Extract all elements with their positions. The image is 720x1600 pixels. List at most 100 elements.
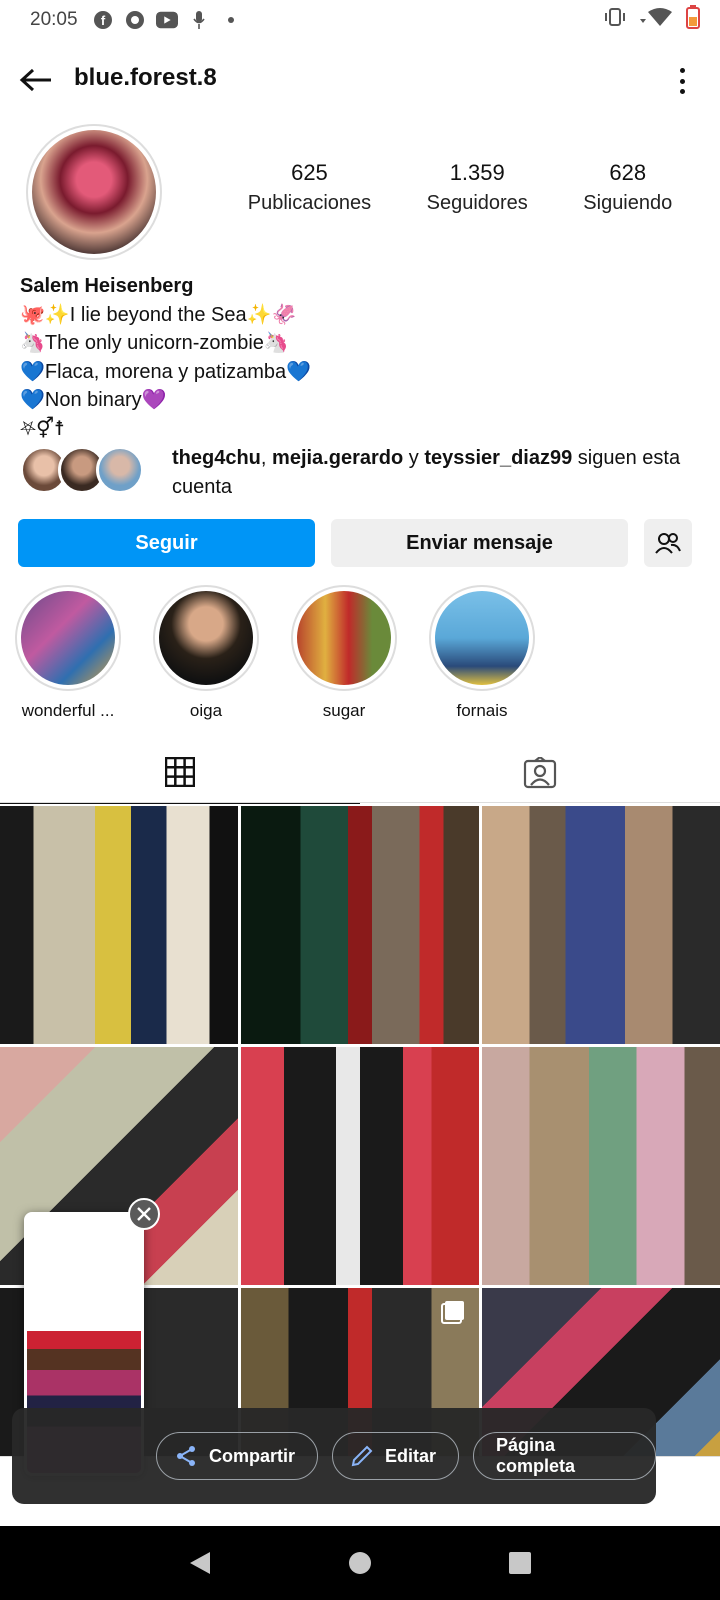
- full-page-label: Página completa: [496, 1435, 576, 1476]
- bio-line: ⛧⚥☨: [20, 417, 65, 440]
- chrome-icon: [124, 9, 146, 31]
- close-preview-button[interactable]: [128, 1198, 160, 1230]
- profile-header: blue.forest.8: [0, 50, 720, 110]
- add-person-icon: [655, 533, 681, 554]
- stat-label: Siguiendo: [583, 192, 673, 214]
- vibrate-icon: [604, 8, 626, 32]
- profile-stats: 625 Publicaciones 1.359 Seguidores 628 S…: [220, 160, 700, 215]
- highlight-cover: [159, 591, 253, 685]
- tab-divider: [0, 802, 720, 803]
- screenshot-actions: Compartir Editar Página completa: [156, 1432, 656, 1480]
- post-thumbnail[interactable]: [241, 1047, 479, 1285]
- stat-label: Publicaciones: [247, 192, 372, 214]
- bio-line: 🦄The only unicorn-zombie🦄: [20, 332, 289, 354]
- highlight-item[interactable]: sugar: [290, 585, 398, 725]
- profile-actions: Seguir Enviar mensaje: [18, 519, 702, 567]
- nav-recents-button[interactable]: [500, 1543, 540, 1583]
- screenshot-toolbar: Compartir Editar Página completa: [12, 1408, 656, 1504]
- separator: y: [403, 447, 425, 469]
- share-label: Compartir: [209, 1445, 296, 1466]
- stat-value: 625: [291, 160, 328, 185]
- post-thumbnail[interactable]: [482, 1047, 720, 1285]
- followed-by-text: theg4chu, mejia.gerardo y teyssier_diaz9…: [172, 444, 702, 502]
- highlight-ring: [291, 585, 397, 691]
- microphone-icon: [188, 9, 210, 31]
- svg-text:f: f: [100, 13, 105, 28]
- post-thumbnail[interactable]: [482, 806, 720, 1044]
- facebook-icon: f: [92, 9, 114, 31]
- bio-line: 💙Non binary💜: [20, 389, 167, 411]
- story-highlights: wonderful ... oiga sugar fornais: [14, 585, 714, 725]
- highlight-item[interactable]: wonderful ...: [14, 585, 122, 725]
- more-dot: [679, 68, 685, 73]
- highlight-ring: [15, 585, 121, 691]
- back-arrow-icon: [19, 68, 51, 92]
- stat-value: 628: [609, 160, 647, 185]
- highlight-cover: [21, 591, 115, 685]
- system-navigation-bar: [0, 1526, 720, 1600]
- message-button[interactable]: Enviar mensaje: [331, 519, 628, 567]
- share-button[interactable]: Compartir: [156, 1432, 319, 1480]
- highlight-cover: [297, 591, 391, 685]
- battery-icon: [686, 5, 700, 35]
- status-bar: 20:05 f: [0, 0, 720, 40]
- grid-icon: [165, 757, 195, 787]
- dot-icon: [220, 9, 242, 31]
- stat-value: 1.359: [449, 160, 505, 185]
- highlight-cover: [435, 591, 529, 685]
- highlight-label: fornais: [456, 701, 508, 720]
- recents-square-icon: [509, 1552, 531, 1574]
- avatar-image: [32, 130, 156, 254]
- profile-avatar[interactable]: [26, 124, 162, 260]
- back-triangle-icon: [190, 1552, 210, 1574]
- highlight-label: wonderful ...: [21, 701, 115, 720]
- full-page-button[interactable]: Página completa: [473, 1432, 656, 1480]
- highlight-item[interactable]: oiga: [152, 585, 260, 725]
- follower-avatar: [96, 446, 144, 494]
- highlight-label: oiga: [189, 701, 223, 720]
- profile-tabs: [0, 742, 720, 804]
- tab-posts-grid[interactable]: [0, 742, 360, 804]
- youtube-icon: [155, 9, 178, 31]
- stat-followers[interactable]: 1.359 Seguidores: [427, 160, 528, 215]
- highlight-label: sugar: [322, 701, 366, 720]
- more-options-button[interactable]: [672, 64, 692, 98]
- follow-button[interactable]: Seguir: [18, 519, 315, 567]
- follower-username[interactable]: teyssier_diaz99: [424, 447, 572, 469]
- more-dot: [679, 89, 685, 94]
- more-dot: [679, 78, 685, 84]
- pencil-icon: [349, 1443, 375, 1469]
- highlight-ring: [429, 585, 535, 691]
- followed-by[interactable]: theg4chu, mejia.gerardo y teyssier_diaz9…: [20, 444, 710, 500]
- carousel-icon: [441, 1301, 464, 1324]
- follower-username[interactable]: mejia.gerardo: [272, 447, 403, 469]
- separator: ,: [260, 447, 273, 469]
- tagged-person-icon: [523, 757, 557, 789]
- nav-home-button[interactable]: [340, 1543, 380, 1583]
- profile-name: Salem Heisenberg: [20, 275, 194, 297]
- close-icon: [137, 1207, 151, 1221]
- stat-following[interactable]: 628 Siguiendo: [583, 160, 672, 215]
- stat-posts[interactable]: 625 Publicaciones: [248, 160, 371, 215]
- profile-bio: Salem Heisenberg 🐙✨I lie beyond the Sea✨…: [20, 272, 700, 443]
- edit-button[interactable]: Editar: [332, 1432, 460, 1480]
- highlight-item[interactable]: fornais: [428, 585, 536, 725]
- follower-username[interactable]: theg4chu: [172, 447, 261, 469]
- suggested-users-button[interactable]: [644, 519, 692, 567]
- bio-line: 🐙✨I lie beyond the Sea✨🦑: [20, 303, 297, 326]
- post-thumbnail[interactable]: [0, 806, 238, 1044]
- back-button[interactable]: [16, 62, 56, 98]
- share-icon: [173, 1443, 199, 1469]
- profile-username: blue.forest.8: [74, 64, 217, 91]
- tab-tagged[interactable]: [360, 742, 720, 804]
- status-time: 20:05: [30, 9, 78, 30]
- follower-avatars: [20, 446, 150, 496]
- nav-back-button[interactable]: [180, 1543, 220, 1583]
- edit-label: Editar: [385, 1445, 437, 1466]
- highlight-ring: [153, 585, 259, 691]
- wifi-icon: [638, 7, 674, 33]
- stat-label: Seguidores: [426, 192, 528, 214]
- post-thumbnail[interactable]: [241, 806, 479, 1044]
- bio-line: 💙Flaca, morena y patizamba💙: [20, 360, 312, 383]
- home-circle-icon: [349, 1552, 371, 1574]
